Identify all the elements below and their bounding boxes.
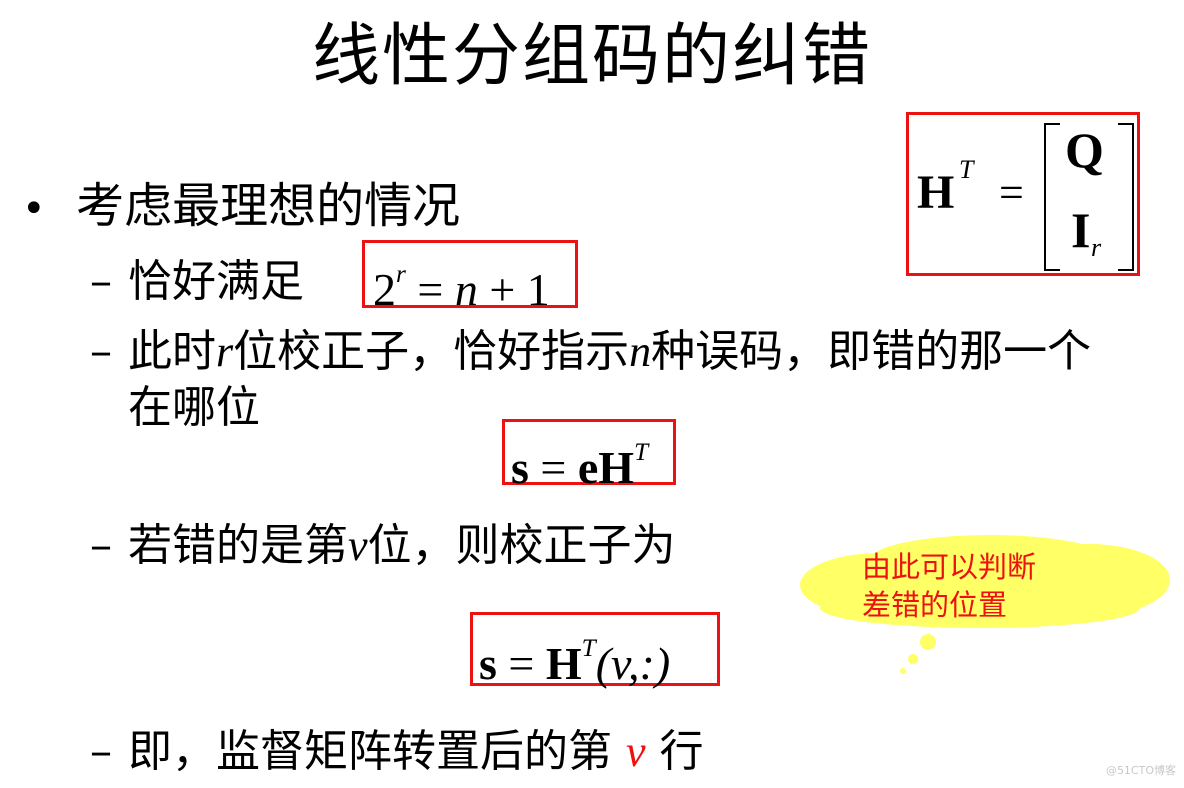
dash-icon: – xyxy=(90,520,112,571)
formula-syndrome-box: s = eHT xyxy=(502,419,676,493)
syndrome-eH: eH xyxy=(577,441,635,493)
formula-exponent: r xyxy=(396,260,406,288)
row-T: T xyxy=(581,634,596,662)
matrix-H: H xyxy=(917,166,955,219)
sub-item-2-text-b: 位校正子，恰好指示 xyxy=(233,326,630,377)
sub-item-1-text: 恰好满足 xyxy=(128,256,304,307)
sub-item-4-text-b: 行 xyxy=(659,726,704,777)
dash-icon: – xyxy=(90,326,112,377)
callout-line-1: 由此可以判断 xyxy=(862,550,1037,584)
matrix-r-subscript: r xyxy=(1091,233,1102,262)
syndrome-equals: = xyxy=(528,441,578,493)
watermark: @51CTO博客 xyxy=(1105,764,1176,777)
cloud-bubble-medium xyxy=(908,654,918,664)
matrix-T-superscript: T xyxy=(959,155,974,184)
sub-item-3: – 若错的是第v位，则校正子为 xyxy=(90,518,676,574)
bullet-dot-icon: • xyxy=(22,186,46,232)
formula-2r-box: 2r = n + 1 xyxy=(362,240,578,315)
cloud-bubble-large xyxy=(920,634,936,650)
formula-equals: = xyxy=(405,263,455,315)
formula-tail: + 1 xyxy=(477,263,550,315)
sub-item-3-text-a: 若错的是第 xyxy=(128,520,348,571)
row-H: H xyxy=(545,637,582,689)
sub-item-4: – 即，监督矩阵转置后的第 v 行 xyxy=(90,724,704,780)
row-equals: = xyxy=(496,637,546,689)
var-v-highlight: v xyxy=(626,727,646,776)
sub-item-1: – 恰好满足 xyxy=(90,254,304,310)
left-bracket xyxy=(1044,123,1060,271)
matrix-formula-box: H T = Q I r xyxy=(906,112,1140,276)
matrix-I: I xyxy=(1071,202,1091,258)
sub-item-2-line2: 在哪位 xyxy=(128,382,260,433)
sub-item-2-text-c: 种误码，即错的那一个 xyxy=(651,326,1092,377)
sub-item-4-text-a: 即，监督矩阵转置后的第 xyxy=(128,726,612,777)
sub-item-2-text-a: 此时 xyxy=(128,326,216,377)
var-r: r xyxy=(216,327,234,376)
sub-item-3-text-b: 位，则校正子为 xyxy=(367,520,676,571)
var-n: n xyxy=(629,327,652,376)
dash-icon: – xyxy=(90,256,112,307)
bullet-main-text: 考虑最理想的情况 xyxy=(76,178,461,234)
cloud-bubble-small xyxy=(900,668,906,674)
dash-icon: – xyxy=(90,726,112,777)
formula-n: n xyxy=(454,263,478,315)
callout-line-2: 差错的位置 xyxy=(862,588,1008,622)
syndrome-T: T xyxy=(634,438,649,466)
sub-item-2: – 此时r位校正子，恰好指示n种误码，即错的那一个 xyxy=(90,324,1091,380)
formula-row-box: s = HT(v,:) xyxy=(470,612,720,689)
bullet-main: • 考虑最理想的情况 xyxy=(22,178,460,237)
syndrome-s: s xyxy=(511,441,529,493)
formula-base: 2 xyxy=(373,263,396,315)
matrix-equals: = xyxy=(999,168,1024,217)
slide-title: 线性分组码的纠错 xyxy=(311,17,872,96)
var-v: v xyxy=(348,521,368,570)
row-argument: (v,:) xyxy=(595,637,671,689)
right-bracket xyxy=(1118,123,1134,271)
row-s: s xyxy=(479,637,497,689)
matrix-Q: Q xyxy=(1065,122,1104,178)
